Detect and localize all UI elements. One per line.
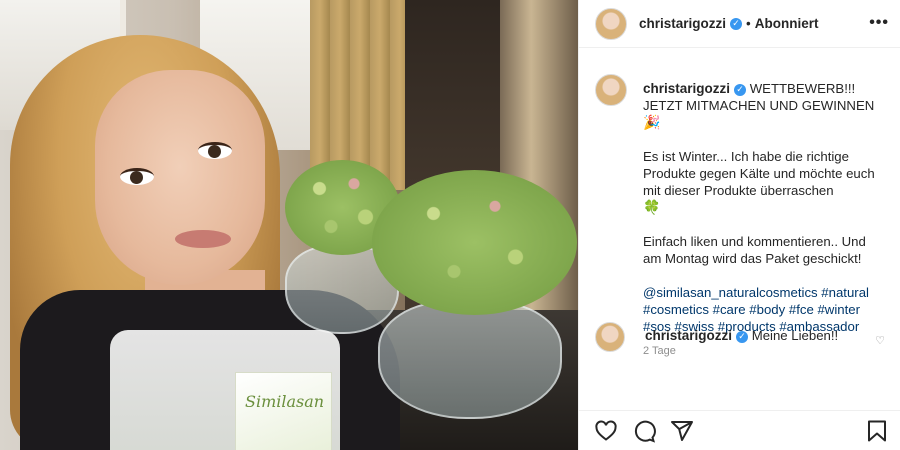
bookmark-icon[interactable] — [865, 419, 889, 443]
instagram-post: Similasan christarigozzi ✓ • Abonniert •… — [0, 0, 900, 450]
share-icon[interactable] — [670, 419, 694, 443]
comment-icon[interactable] — [632, 419, 656, 443]
verified-icon: ✓ — [736, 330, 749, 343]
post-side-panel: christarigozzi ✓ • Abonniert ••• christa… — [578, 0, 900, 450]
comments-scroll-area[interactable]: christarigozzi ✓ WETTBEWERB!!! JETZT MITM… — [579, 60, 900, 410]
comment-item: christarigozzi ✓ Meine Lieben!! ♡ — [595, 322, 885, 352]
caption-text: christarigozzi ✓ WETTBEWERB!!! JETZT MITM… — [643, 60, 885, 335]
heart-icon[interactable] — [594, 419, 618, 443]
clover-emoji: 🍀 — [643, 199, 661, 215]
caption-username[interactable]: christarigozzi — [643, 81, 730, 96]
product-card-logo: Similasan — [245, 392, 325, 411]
product-card — [235, 372, 332, 450]
caption-paragraph-2: Es ist Winter... Ich habe die richtige P… — [643, 149, 875, 198]
verified-icon: ✓ — [734, 83, 747, 96]
follow-status-button[interactable]: Abonniert — [755, 16, 819, 31]
separator-dot: • — [746, 16, 751, 31]
header-username[interactable]: christarigozzi — [639, 16, 726, 31]
person-eye — [198, 142, 232, 159]
avatar[interactable] — [595, 322, 625, 352]
person-eye — [120, 168, 154, 185]
caption: christarigozzi ✓ WETTBEWERB!!! JETZT MITM… — [579, 60, 900, 357]
action-bar — [579, 410, 900, 450]
hydrangea-flower — [372, 170, 577, 315]
comment-heart-icon[interactable]: ♡ — [875, 334, 885, 347]
caption-paragraph-3: Einfach liken und kommentieren.. Und am … — [643, 234, 866, 266]
verified-icon: ✓ — [730, 17, 743, 30]
avatar[interactable] — [595, 7, 627, 40]
post-header: christarigozzi ✓ • Abonniert ••• — [579, 0, 900, 48]
post-photo[interactable]: Similasan — [0, 0, 578, 450]
comment-username[interactable]: christarigozzi — [645, 328, 732, 343]
glass-vase — [378, 300, 562, 419]
person-lips — [175, 230, 231, 248]
comment-text: christarigozzi ✓ Meine Lieben!! — [645, 322, 838, 343]
comment-body: Meine Lieben!! — [751, 328, 839, 343]
party-emoji: 🎉 — [643, 114, 661, 130]
avatar[interactable] — [595, 74, 627, 106]
more-icon[interactable]: ••• — [869, 14, 889, 32]
